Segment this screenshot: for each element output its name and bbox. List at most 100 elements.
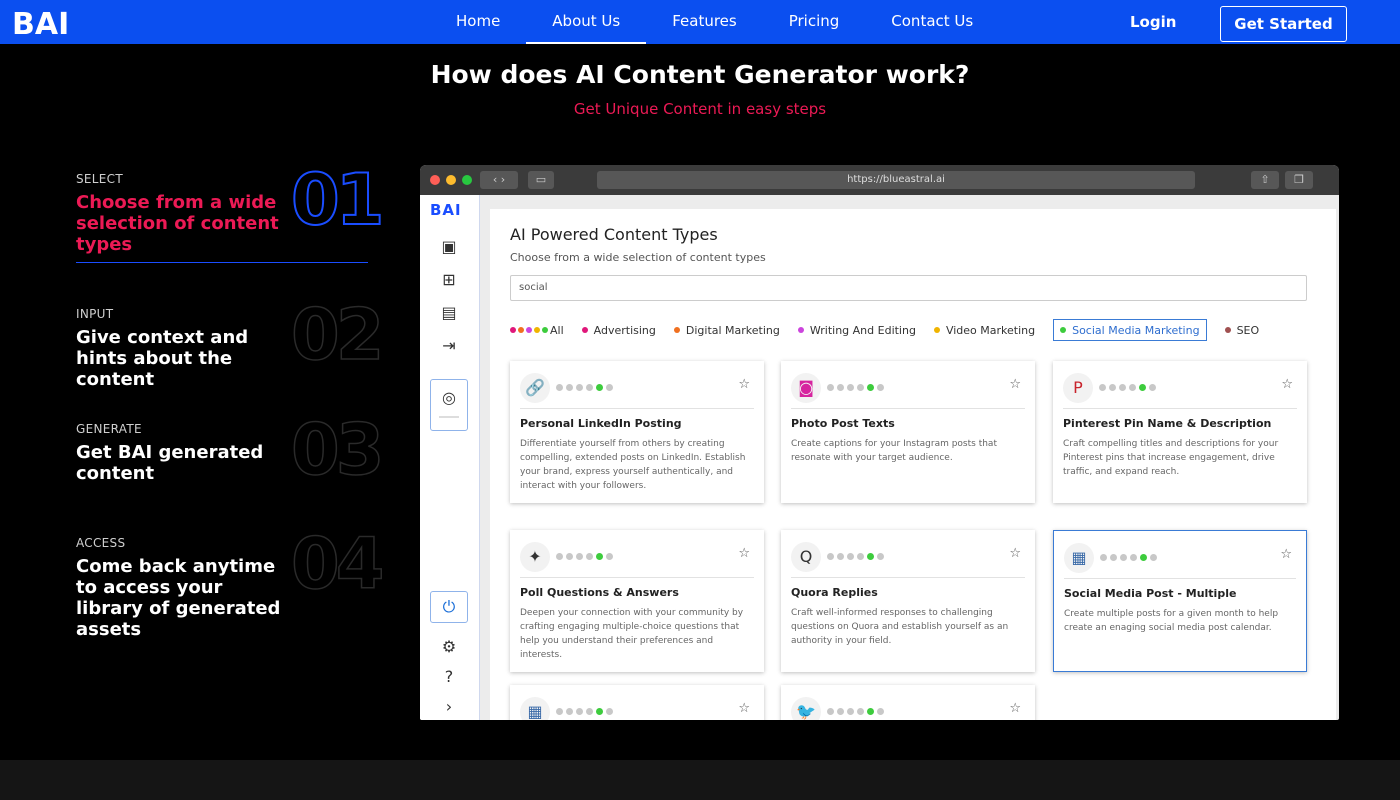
filter-label: All: [550, 323, 564, 337]
step-title: Choose from a wide selection of content …: [76, 192, 279, 255]
nav-link-contact-us[interactable]: Contact Us: [865, 0, 999, 44]
apps-icon[interactable]: ⊞: [437, 268, 461, 292]
content-type-card[interactable]: Q ☆ Quora Replies Craft well-informed respo…: [781, 530, 1035, 672]
step-input[interactable]: INPUT Give context and hints about the co…: [76, 294, 386, 390]
filter-dot-icon: [1060, 327, 1067, 333]
nav-link-home[interactable]: Home: [430, 0, 526, 44]
nav-link-features[interactable]: Features: [646, 0, 763, 44]
footer-bar: [0, 760, 1400, 800]
rating-dots: [556, 553, 616, 560]
content-type-card[interactable]: 🐦 ☆: [781, 685, 1035, 720]
filter-label: Writing And Editing: [809, 323, 916, 337]
content-type-card[interactable]: ✦ ☆ Poll Questions & Answers Deepen your co…: [510, 530, 764, 672]
step-active-underline: [76, 262, 368, 263]
star-icon[interactable]: ☆: [1281, 377, 1293, 392]
step-number: 02: [290, 294, 385, 376]
save-icon[interactable]: ▤: [437, 301, 461, 325]
star-icon[interactable]: ☆: [1009, 377, 1021, 392]
content-type-card[interactable]: 🔗 ☆ Personal LinkedIn Posting Differentiate…: [510, 361, 764, 503]
logout-icon[interactable]: ⇥: [437, 334, 461, 358]
filter-dot-icon: [797, 327, 804, 333]
rating-dots: [827, 553, 887, 560]
content-types-subtitle: Choose from a wide selection of content …: [510, 251, 766, 264]
rating-dots: [827, 708, 887, 715]
url-bar[interactable]: https://blueastral.ai: [597, 171, 1195, 189]
star-icon[interactable]: ☆: [738, 546, 750, 561]
maximize-dot-icon[interactable]: [462, 175, 472, 185]
star-icon[interactable]: ☆: [738, 377, 750, 392]
card-description: Create multiple posts for a given month …: [1064, 609, 1279, 633]
press-icon: ▦: [1064, 543, 1094, 573]
step-title: Get BAI generated content: [76, 442, 264, 484]
step-number: 01: [290, 159, 385, 241]
nav-link-about-us[interactable]: About Us: [526, 0, 647, 44]
card-divider: [520, 408, 754, 409]
content-type-card[interactable]: P ☆ Pinterest Pin Name & Description Craft …: [1053, 361, 1307, 503]
card-title: Photo Post Texts: [791, 417, 895, 430]
step-access[interactable]: ACCESS Come back anytime to access your l…: [76, 523, 386, 640]
content-type-card[interactable]: ◙ ☆ Photo Post Texts Create captions for yo…: [781, 361, 1035, 503]
sidebar-item-power[interactable]: ⏻: [430, 591, 468, 623]
main-panel: AI Powered Content Types Choose from a w…: [490, 209, 1336, 720]
filter-all[interactable]: All: [510, 319, 564, 341]
tabs-icon[interactable]: ❐: [1285, 171, 1313, 189]
get-started-button[interactable]: Get Started: [1220, 6, 1347, 42]
nav-links: Home About Us Features Pricing Contact Us: [430, 0, 999, 44]
rating-dots: [1100, 554, 1160, 561]
card-divider: [1064, 578, 1296, 579]
filter-label: SEO: [1236, 323, 1260, 337]
chevron-right-icon[interactable]: ›: [437, 695, 461, 719]
power-icon: ⏻: [442, 597, 456, 616]
app-logo[interactable]: BAI: [430, 201, 462, 219]
back-forward-icon[interactable]: ‹ ›: [480, 171, 518, 189]
layout-icon[interactable]: ▣: [437, 235, 461, 259]
star-icon[interactable]: ☆: [738, 701, 750, 716]
nav-link-pricing[interactable]: Pricing: [763, 0, 866, 44]
bai-logo[interactable]: BAI: [12, 6, 92, 40]
rating-dots: [556, 384, 616, 391]
close-dot-icon[interactable]: [430, 175, 440, 185]
star-icon[interactable]: ☆: [1009, 701, 1021, 716]
content-type-card[interactable]: ▦ ☆: [510, 685, 764, 720]
share-icon[interactable]: ⇧: [1251, 171, 1279, 189]
link-icon: 🔗: [520, 373, 550, 403]
rating-dots: [556, 708, 616, 715]
star-icon[interactable]: ☆: [1009, 546, 1021, 561]
filter-digital-marketing[interactable]: Digital Marketing: [673, 319, 780, 341]
pinterest-icon: P: [1063, 373, 1093, 403]
minimize-dot-icon[interactable]: [446, 175, 456, 185]
filter-bar: All Advertising Digital Marketing Writing A…: [510, 319, 1277, 341]
step-select[interactable]: SELECT Choose from a wide selection of co…: [76, 159, 386, 263]
card-title: Personal LinkedIn Posting: [520, 417, 682, 430]
step-number: 04: [290, 523, 385, 605]
filter-writing-and-editing[interactable]: Writing And Editing: [797, 319, 916, 341]
filter-dot-icon: [933, 327, 940, 333]
filter-seo[interactable]: SEO: [1224, 319, 1260, 341]
help-icon[interactable]: ?: [437, 665, 461, 689]
filter-video-marketing[interactable]: Video Marketing: [933, 319, 1036, 341]
top-navbar: BAI Home About Us Features Pricing Contact U…: [0, 0, 1400, 44]
content-type-card[interactable]: ▦ ☆ Social Media Post - Multiple Create mul…: [1053, 530, 1307, 672]
filter-dot-icon: [526, 327, 532, 333]
filter-social-media-marketing[interactable]: Social Media Marketing: [1053, 319, 1207, 341]
card-description: Craft well-informed responses to challen…: [791, 608, 1009, 646]
content-types-title: AI Powered Content Types: [510, 225, 718, 244]
card-title: Quora Replies: [791, 586, 878, 599]
press-icon: ▦: [520, 697, 550, 720]
filter-label: Video Marketing: [945, 323, 1036, 337]
browser-chrome: ‹ › ▭ https://blueastral.ai ⇧ ❐: [420, 165, 1339, 195]
card-description: Deepen your connection with your communi…: [520, 608, 744, 660]
step-generate[interactable]: GENERATE Get BAI generated content 03: [76, 409, 386, 491]
card-divider: [791, 577, 1025, 578]
filter-advertising[interactable]: Advertising: [581, 319, 656, 341]
sidebar-toggle-icon[interactable]: ▭: [528, 171, 554, 189]
login-link[interactable]: Login: [1130, 0, 1176, 44]
filter-dot-icon: [510, 327, 516, 333]
sidebar-item-chat[interactable]: ◎: [430, 379, 468, 431]
search-input[interactable]: social: [510, 275, 1307, 301]
settings-icon[interactable]: ⚙: [437, 635, 461, 659]
app-sidebar: BAI ▣ ⊞ ▤ ⇥ ◎ ⏻ ⚙ ? ›: [420, 195, 480, 720]
step-number: 03: [290, 409, 385, 491]
card-description: Differentiate yourself from others by cr…: [520, 439, 746, 491]
star-icon[interactable]: ☆: [1280, 547, 1292, 562]
